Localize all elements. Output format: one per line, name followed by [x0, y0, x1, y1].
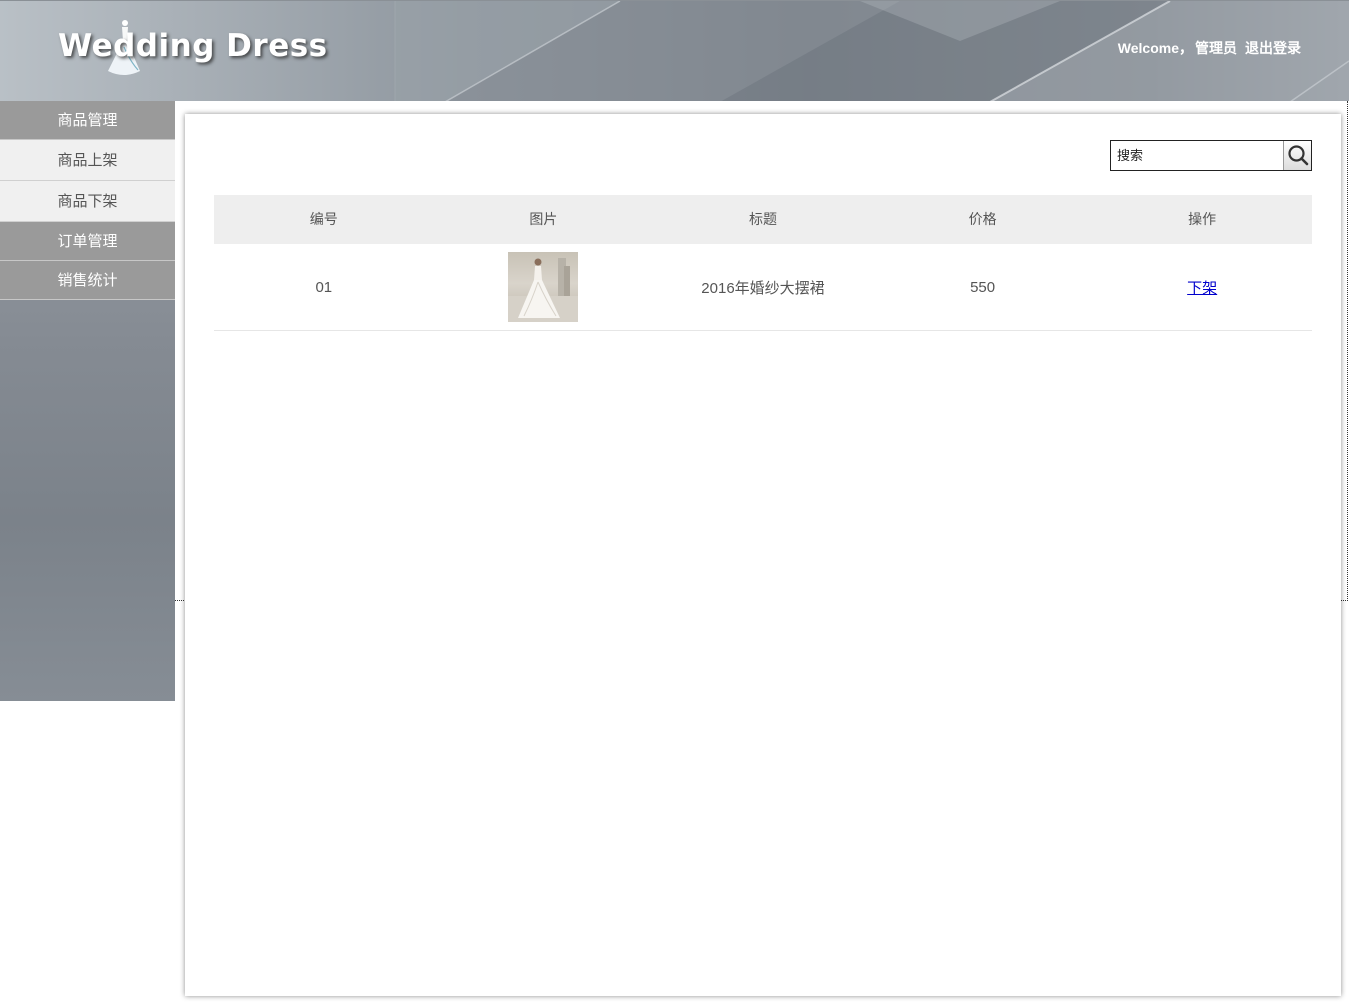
search-icon [1288, 145, 1309, 166]
welcome-text: Welcome， [1117, 40, 1193, 56]
search-input[interactable] [1111, 141, 1281, 170]
cell-title: 2016年婚纱大摆裙 [701, 279, 825, 297]
column-header-image: 图片 [529, 211, 558, 227]
search-box [1110, 140, 1312, 171]
sidebar-item-product-listing[interactable]: 商品上架 [0, 140, 175, 181]
column-header-id: 编号 [309, 211, 338, 227]
product-thumbnail[interactable] [508, 252, 579, 322]
cell-id: 01 [315, 278, 333, 296]
cell-action: 下架 [1092, 244, 1312, 330]
column-header-action: 操作 [1188, 211, 1217, 227]
search-button[interactable] [1283, 141, 1311, 170]
column-header-price: 价格 [968, 211, 997, 227]
sidebar-group-order-management[interactable]: 订单管理 [0, 222, 175, 261]
table-header: 编号 图片 标题 价格 操作 [214, 195, 1312, 244]
top-header: Wedding Dress Welcome， 管理员 退出登录 [0, 0, 1349, 101]
delist-link[interactable]: 下架 [1187, 277, 1217, 298]
main-panel: 编号 图片 标题 价格 操作 01 [185, 114, 1341, 996]
sidebar-group-sales-statistics[interactable]: 销售统计 [0, 261, 175, 300]
user-bar: Welcome， 管理员 退出登录 [1116, 38, 1301, 58]
column-header-title: 标题 [748, 211, 777, 227]
cell-price: 550 [970, 278, 996, 296]
logout-link[interactable]: 退出登录 [1245, 40, 1301, 56]
sidebar-item-product-delisting[interactable]: 商品下架 [0, 181, 175, 222]
sidebar: 商品管理 商品上架 商品下架 订单管理 销售统计 [0, 101, 175, 701]
table-row: 01 2016年婚纱大摆裙 550 下架 [214, 244, 1312, 331]
cell-image [434, 244, 654, 330]
wedding-dress-image [508, 258, 579, 322]
sidebar-group-product-management[interactable]: 商品管理 [0, 101, 175, 140]
username: 管理员 [1195, 40, 1237, 56]
site-logo[interactable]: Wedding Dress [58, 28, 328, 64]
product-table: 编号 图片 标题 价格 操作 01 2016年婚纱大摆裙 550 下架 [214, 195, 1312, 331]
